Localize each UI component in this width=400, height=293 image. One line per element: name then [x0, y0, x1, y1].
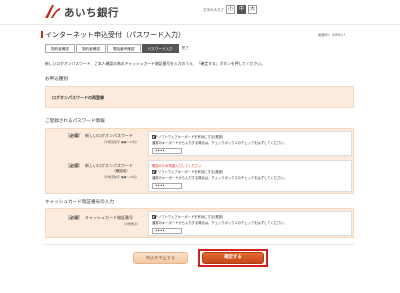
header: あいち銀行 文字の大きさ 小 中 大 — [0, 0, 400, 24]
checkbox-label: ソフトウェアキーボードを有効にする(推奨) — [158, 170, 224, 174]
confirm-password-label-text: 新しいログオンパスワード — [85, 163, 133, 168]
confirm-password-label-2: （確認用） — [112, 169, 130, 173]
checkbox-label: ソフトウェアキーボードを有効にする(推奨) — [158, 135, 224, 139]
confirm-button[interactable]: 確定する — [202, 252, 264, 264]
checkbox[interactable] — [152, 169, 156, 174]
password-section-title: ご登録されるパスワード情報 — [45, 119, 105, 124]
card-pin-input[interactable]: •••• — [152, 228, 182, 234]
progress-steps: 契約者確認 契約者確認 電話番号確認 パスワード入力 完了 — [45, 44, 195, 53]
required-mark: ［必須］ — [66, 163, 82, 168]
new-password-field-box: ソフトウェアキーボードを有効にする(推奨) 通常のキーボードから入力する場合は、… — [148, 131, 352, 156]
checkbox[interactable] — [152, 214, 156, 219]
font-size-large-button[interactable]: 大 — [248, 5, 257, 14]
font-size-medium-button[interactable]: 中 — [237, 5, 246, 14]
required-mark: ［必須］ — [66, 133, 82, 138]
confirm-password-note: 通常のキーボードから入力する場合は、チェックボックスのチェックをはずしてください… — [152, 176, 287, 180]
bank-logo-icon — [45, 5, 60, 18]
step-item: 契約者確認 — [75, 44, 106, 53]
font-size-small-button[interactable]: 小 — [226, 5, 235, 14]
new-password-input[interactable]: •••• — [152, 148, 182, 154]
confirm-password-sub: （半角英数字 ●●〜12桁） — [102, 175, 140, 179]
header-divider — [0, 24, 400, 25]
required-mark: ［必須］ — [66, 215, 82, 220]
step-item: 完了 — [179, 44, 194, 53]
new-password-sub: （半角英数字 ●●〜12桁） — [102, 140, 140, 144]
font-size-label: 文字の大きさ — [203, 8, 224, 12]
card-pin-field-box: ソフトウェアキーボードを有効にする(推奨) 通常のキーボードから入力する場合は、… — [148, 211, 352, 236]
new-password-label-text: 新しいログオンパスワード — [85, 133, 133, 138]
password-section-band: ［必須］ 新しいログオンパスワード （半角英数字 ●●〜12桁） ソフトウェアキー… — [45, 128, 354, 194]
page-title: インターネット申込受付（パスワード入力） — [41, 31, 185, 39]
screen-id: 画面ID：BIM017 — [318, 33, 346, 37]
checkbox[interactable] — [152, 134, 156, 139]
card-section-title: キャッシュカード暗証番号の入力 — [45, 200, 114, 205]
application-type-value: ログオンパスワードの再登録 — [52, 95, 104, 100]
card-pin-softkey-toggle[interactable]: ソフトウェアキーボードを有効にする(推奨) — [152, 214, 223, 219]
card-pin-sub: （半角数字） — [122, 222, 141, 226]
new-password-label: ［必須］ 新しいログオンパスワード — [66, 133, 133, 139]
step-item: 契約者確認 — [45, 44, 75, 53]
confirm-password-input[interactable]: •••• — [152, 183, 182, 189]
card-pin-label: ［必須］ キャッシュカード暗証番号 — [66, 215, 133, 221]
card-pin-note: 通常のキーボードから入力する場合は、チェックボックスのチェックをはずしてください… — [152, 221, 287, 225]
card-pin-label-text: キャッシュカード暗証番号 — [85, 215, 133, 220]
confirm-password-field-box: 確認のため再度入力してください ソフトウェアキーボードを有効にする(推奨) 通常… — [148, 160, 352, 192]
new-password-note: 通常のキーボードから入力する場合は、チェックボックスのチェックをはずしてください… — [152, 141, 287, 145]
divider — [45, 244, 354, 245]
application-type-band: ログオンパスワードの再登録 — [45, 86, 354, 108]
new-password-softkey-toggle[interactable]: ソフトウェアキーボードを有効にする(推奨) — [152, 134, 223, 139]
application-type-title: お申込種別 — [45, 77, 68, 82]
confirm-password-softkey-toggle[interactable]: ソフトウェアキーボードを有効にする(推奨) — [152, 169, 223, 174]
confirm-password-warning: 確認のため再度入力してください — [152, 164, 202, 168]
bank-name: あいち銀行 — [64, 7, 119, 19]
intro-text: 新しいログオンパスワード、ご本人確認の為のキャッシュカード暗証番号を入力のうえ、… — [45, 61, 265, 66]
step-item: 電話番号確認 — [106, 44, 141, 53]
checkbox-label: ソフトウェアキーボードを有効にする(推奨) — [158, 215, 224, 219]
step-item-current: パスワード入力 — [141, 44, 179, 53]
card-section-band: ［必須］ キャッシュカード暗証番号 （半角数字） ソフトウェアキーボードを有効にす… — [45, 208, 354, 238]
cancel-application-button[interactable]: 申込を中止する — [133, 252, 188, 264]
